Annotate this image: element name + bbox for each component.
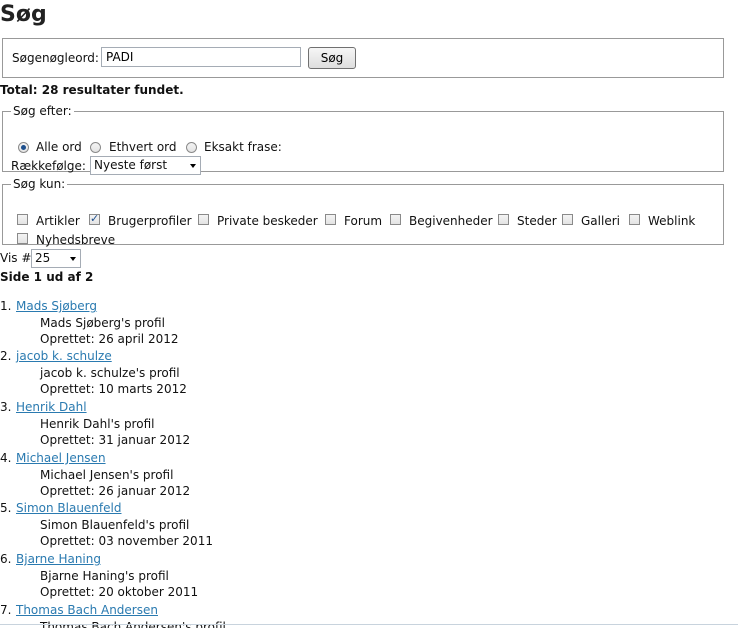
result-link[interactable]: Michael Jensen	[16, 451, 106, 465]
checkbox-weblink[interactable]	[629, 214, 640, 225]
result-description: Michael Jensen's profil	[40, 468, 174, 482]
page-info: Side 1 ud af 2	[0, 270, 94, 284]
radio-any-word-label: Ethvert ord	[109, 140, 177, 154]
result-description: Mads Sjøberg's profil	[40, 316, 165, 330]
result-date: Oprettet: 20 oktober 2011	[40, 585, 199, 599]
result-link[interactable]: Henrik Dahl	[16, 400, 87, 414]
divider	[0, 624, 738, 625]
checkbox-weblink-label: Weblink	[648, 214, 696, 228]
order-select-value: Nyeste først	[94, 158, 168, 172]
checkbox-events-label: Begivenheder	[409, 214, 493, 228]
checkbox-user-profiles[interactable]	[89, 212, 100, 225]
checkbox-gallery[interactable]	[562, 214, 573, 225]
result-date: Oprettet: 10 marts 2012	[40, 382, 187, 396]
show-count-select[interactable]: 25	[31, 249, 81, 268]
show-count-value: 25	[35, 251, 51, 265]
result-date: Oprettet: 26 april 2012	[40, 332, 179, 346]
checkbox-events[interactable]	[390, 214, 401, 225]
result-link[interactable]: Mads Sjøberg	[16, 299, 97, 313]
result-number: 5.	[0, 501, 12, 515]
result-number: 3.	[0, 400, 12, 414]
result-description: Bjarne Haning's profil	[40, 569, 169, 583]
search-input[interactable]	[101, 47, 301, 67]
result-link[interactable]: Bjarne Haning	[16, 552, 101, 566]
checkbox-forum[interactable]	[325, 214, 336, 225]
result-number: 7.	[0, 603, 12, 617]
checkbox-newsletters-label: Nyhedsbreve	[36, 233, 116, 247]
chevron-down-icon	[190, 164, 196, 168]
search-page: Søg Søgenøgleord: Søg Total: 28 resultat…	[0, 0, 738, 628]
radio-exact-phrase[interactable]	[186, 142, 197, 153]
search-button[interactable]: Søg	[308, 47, 356, 69]
result-date: Oprettet: 03 november 2011	[40, 534, 213, 548]
result-link[interactable]: Simon Blauenfeld	[16, 501, 121, 515]
search-label: Søgenøgleord:	[12, 51, 99, 65]
show-count-row: Vis #	[0, 251, 31, 265]
show-count-label: Vis #	[0, 251, 32, 265]
radio-exact-phrase-label: Eksakt frase:	[204, 140, 282, 154]
checkbox-gallery-label: Galleri	[581, 214, 620, 228]
order-select[interactable]: Nyeste først	[90, 156, 201, 175]
radio-all-words[interactable]	[18, 142, 29, 153]
checkbox-articles[interactable]	[17, 214, 28, 225]
search-for-legend: Søg efter:	[13, 104, 72, 118]
page-title: Søg	[0, 2, 47, 27]
result-description: jacob k. schulze's profil	[40, 366, 180, 380]
search-for-fieldset: Søg efter: Alle ord Ethvert ord Eksakt f…	[2, 104, 724, 175]
result-date: Oprettet: 26 januar 2012	[40, 484, 191, 498]
search-only-legend: Søg kun:	[13, 177, 66, 191]
search-form: Søgenøgleord: Søg	[2, 38, 724, 78]
result-link[interactable]: Thomas Bach Andersen	[16, 603, 158, 617]
result-number: 2.	[0, 349, 12, 363]
checkbox-places-label: Steder	[517, 214, 557, 228]
checkbox-places[interactable]	[498, 214, 509, 225]
checkbox-forum-label: Forum	[344, 214, 383, 228]
radio-all-words-label: Alle ord	[36, 140, 82, 154]
result-description: Simon Blauenfeld's profil	[40, 518, 190, 532]
checkbox-private-messages-label: Private beskeder	[217, 214, 318, 228]
result-number: 4.	[0, 451, 12, 465]
checkbox-private-messages[interactable]	[198, 214, 209, 225]
chevron-down-icon	[70, 257, 76, 261]
checkbox-user-profiles-label: Brugerprofiler	[108, 214, 192, 228]
order-label: Rækkefølge:	[11, 159, 86, 173]
radio-any-word[interactable]	[90, 142, 101, 153]
result-link[interactable]: jacob k. schulze	[16, 349, 112, 363]
result-description: Henrik Dahl's profil	[40, 417, 155, 431]
checkbox-articles-label: Artikler	[36, 214, 80, 228]
result-number: 6.	[0, 552, 12, 566]
result-number: 1.	[0, 299, 12, 313]
result-date: Oprettet: 31 januar 2012	[40, 433, 191, 447]
result-total: Total: 28 resultater fundet.	[0, 83, 184, 97]
checkbox-newsletters[interactable]	[17, 233, 28, 244]
search-only-fieldset: Søg kun: Artikler Brugerprofiler Private…	[2, 177, 724, 247]
